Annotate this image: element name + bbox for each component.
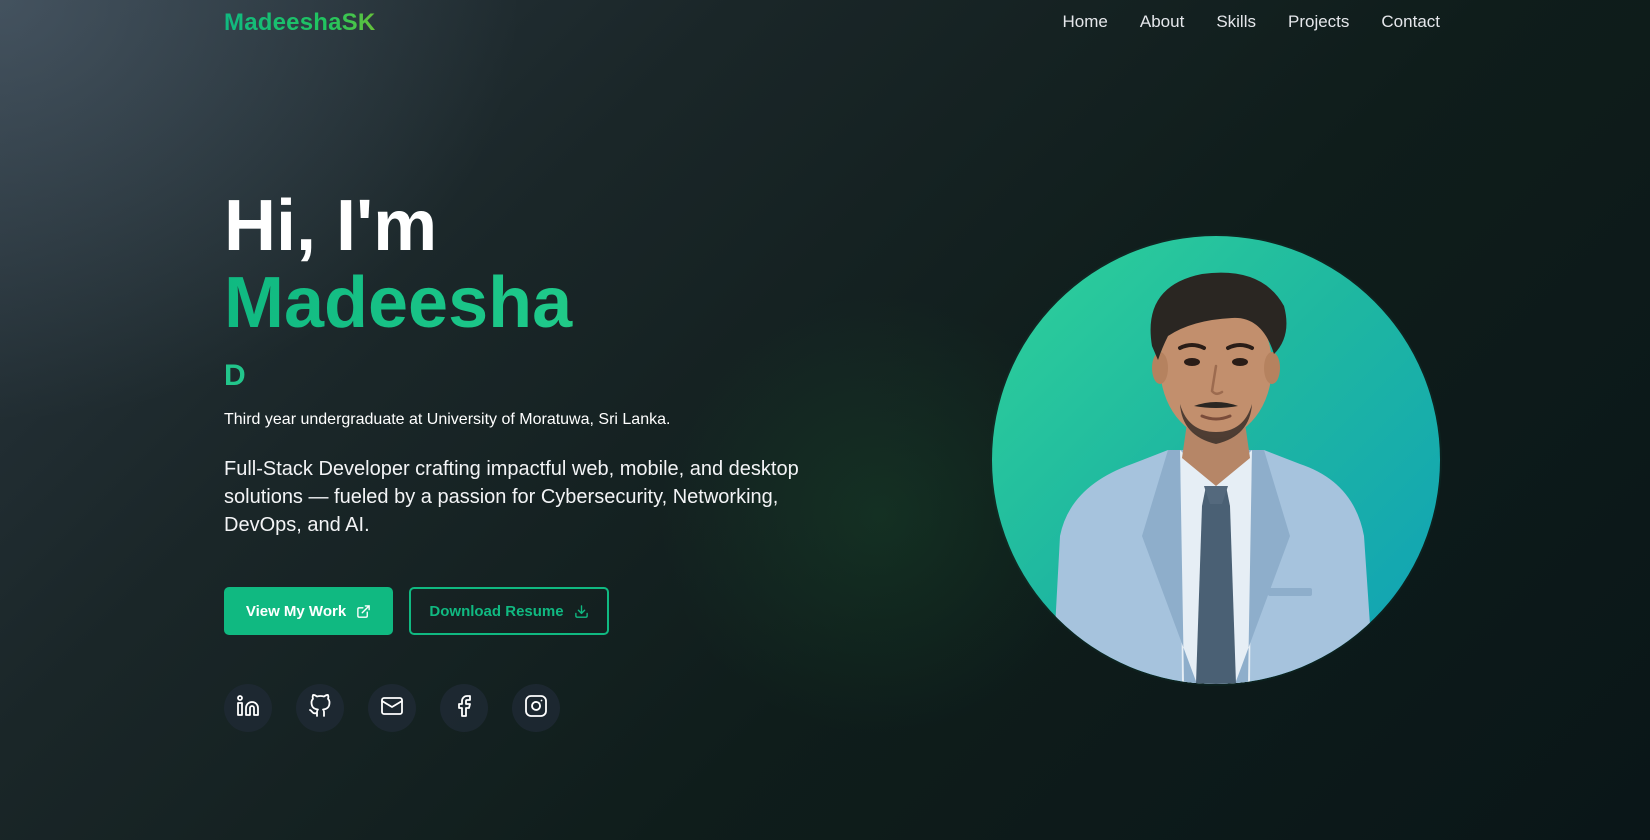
github-icon (308, 693, 332, 723)
hero-subtitle: Third year undergraduate at University o… (224, 411, 671, 428)
linkedin-icon (236, 694, 260, 723)
nav-item-about[interactable]: About (1140, 10, 1184, 34)
download-resume-button[interactable]: Download Resume (409, 587, 609, 635)
hero-greeting: Hi, I'm (224, 186, 438, 266)
page: MadeeshaSK Home About Skills Projects Co… (0, 0, 1650, 840)
nav-item-skills[interactable]: Skills (1216, 10, 1256, 34)
github-link[interactable] (296, 684, 344, 732)
hero-description: Full-Stack Developer crafting impactful … (224, 458, 799, 536)
instagram-icon (524, 694, 548, 723)
main-nav: Home About Skills Projects Contact (1063, 10, 1440, 34)
site-logo[interactable]: MadeeshaSK (224, 8, 375, 38)
email-link[interactable] (368, 684, 416, 732)
mail-icon (380, 694, 404, 723)
external-link-icon (356, 604, 371, 619)
linkedin-link[interactable] (224, 684, 272, 732)
facebook-link[interactable] (440, 684, 488, 732)
nav-item-projects[interactable]: Projects (1288, 10, 1349, 34)
nav-item-home[interactable]: Home (1063, 10, 1108, 34)
hero-heading: Hi, I'm Madeesha (224, 186, 824, 340)
nav-item-contact[interactable]: Contact (1381, 10, 1440, 34)
view-my-work-button[interactable]: View My Work (224, 587, 393, 635)
profile-photo (992, 236, 1440, 684)
portrait-illustration (1052, 272, 1374, 684)
view-my-work-label: View My Work (245, 602, 347, 620)
facebook-icon (452, 694, 476, 723)
download-resume-label: Download Resume (429, 602, 564, 620)
hero-name: Madeesha (224, 266, 824, 340)
download-icon (574, 604, 589, 619)
typed-role-text: D (224, 359, 246, 392)
social-links (224, 684, 560, 732)
instagram-link[interactable] (512, 684, 560, 732)
